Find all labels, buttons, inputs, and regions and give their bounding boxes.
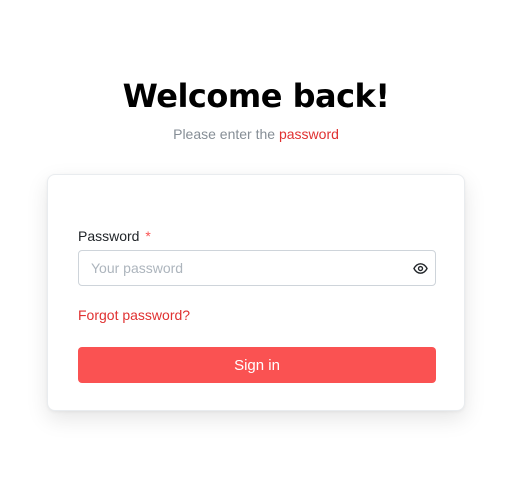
password-field-wrapper	[78, 250, 436, 286]
password-label-text: Password	[78, 228, 140, 244]
required-asterisk: *	[145, 228, 151, 244]
password-label: Password *	[78, 227, 151, 245]
toggle-password-visibility-button[interactable]	[411, 259, 429, 277]
page-title: Welcome back!	[122, 77, 390, 115]
login-card: Password * Forgot password? Sign in	[47, 174, 465, 411]
subtitle-accent-text: password	[278, 126, 339, 142]
sign-in-button[interactable]: Sign in	[78, 347, 436, 383]
page-subtitle: Please enter the password	[0, 125, 512, 143]
login-page: Welcome back! Please enter the password …	[0, 0, 525, 478]
forgot-password-link[interactable]: Forgot password?	[78, 306, 190, 324]
subtitle-text: Please enter the	[173, 126, 279, 142]
eye-icon	[412, 262, 428, 274]
password-input[interactable]	[79, 251, 399, 285]
